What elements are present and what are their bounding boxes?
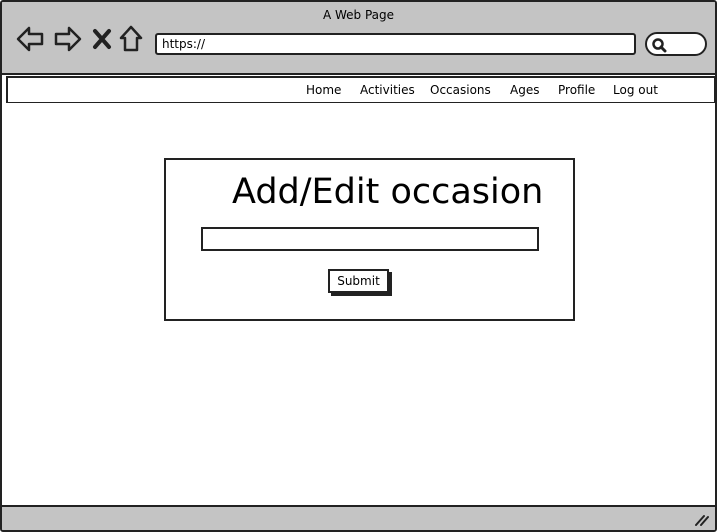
nav-item-profile[interactable]: Profile [558, 78, 595, 102]
home-icon[interactable] [119, 24, 143, 54]
submit-button[interactable]: Submit [328, 269, 389, 293]
back-arrow-icon[interactable] [16, 24, 44, 54]
nav-item-home[interactable]: Home [306, 78, 341, 102]
forward-arrow-icon[interactable] [54, 24, 82, 54]
search-icon [652, 38, 667, 53]
nav-item-ages[interactable]: Ages [510, 78, 539, 102]
nav-item-occasions[interactable]: Occasions [430, 78, 491, 102]
resize-grip-icon[interactable] [695, 514, 709, 526]
browser-toolbar: A Web Page https:// [2, 2, 715, 75]
form-title: Add/Edit occasion [232, 172, 544, 212]
browser-window: A Web Page https:// Home Activities Occa… [0, 0, 717, 532]
occasion-name-input[interactable] [201, 227, 539, 251]
address-bar[interactable]: https:// [155, 33, 636, 55]
page-content: Add/Edit occasion Submit [2, 103, 715, 503]
search-field[interactable] [645, 32, 707, 56]
status-bar [2, 505, 715, 530]
occasion-form: Add/Edit occasion Submit [164, 158, 575, 321]
window-title: A Web Page [322, 8, 395, 22]
close-icon[interactable] [92, 24, 112, 54]
site-navigation: Home Activities Occasions Ages Profile L… [6, 76, 715, 104]
nav-item-activities[interactable]: Activities [360, 78, 415, 102]
nav-item-logout[interactable]: Log out [613, 78, 658, 102]
